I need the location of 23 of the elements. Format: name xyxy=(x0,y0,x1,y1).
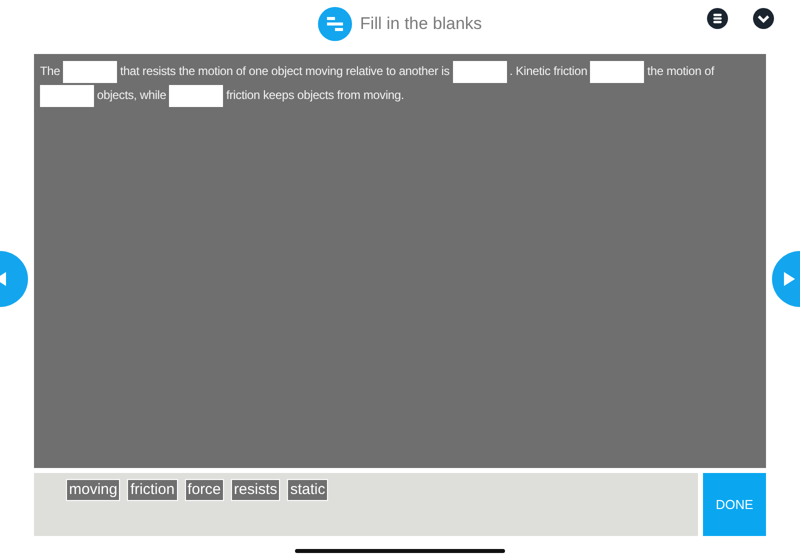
passage-text: . Kinetic friction xyxy=(510,64,588,78)
fill-blanks-logo-icon xyxy=(318,7,352,41)
word-chip[interactable]: resists xyxy=(230,479,280,501)
page-title: Fill in the blanks xyxy=(360,13,482,36)
passage-text: friction keeps objects from moving. xyxy=(226,88,404,102)
passage-text: that resists the motion of one object moving relative to another is xyxy=(120,64,450,78)
passage-text: The xyxy=(40,64,60,78)
blank-field[interactable] xyxy=(63,60,118,83)
done-button[interactable]: DONE xyxy=(703,473,766,536)
blank-field[interactable] xyxy=(590,60,644,83)
word-chip[interactable]: friction xyxy=(127,479,178,501)
right-triangle-icon xyxy=(784,272,795,286)
blank-field[interactable] xyxy=(169,84,224,107)
passage-text: the motion of xyxy=(647,64,714,78)
word-chip[interactable]: force xyxy=(184,479,224,501)
blank-field[interactable] xyxy=(452,60,507,83)
menu-icon[interactable] xyxy=(707,8,728,29)
word-chip[interactable]: static xyxy=(287,479,328,501)
word-chip[interactable]: moving xyxy=(66,479,120,501)
passage-text: objects, while xyxy=(97,88,166,102)
chevron-down-icon[interactable] xyxy=(753,8,774,29)
left-triangle-icon xyxy=(0,272,6,286)
blank-field[interactable] xyxy=(40,84,94,107)
